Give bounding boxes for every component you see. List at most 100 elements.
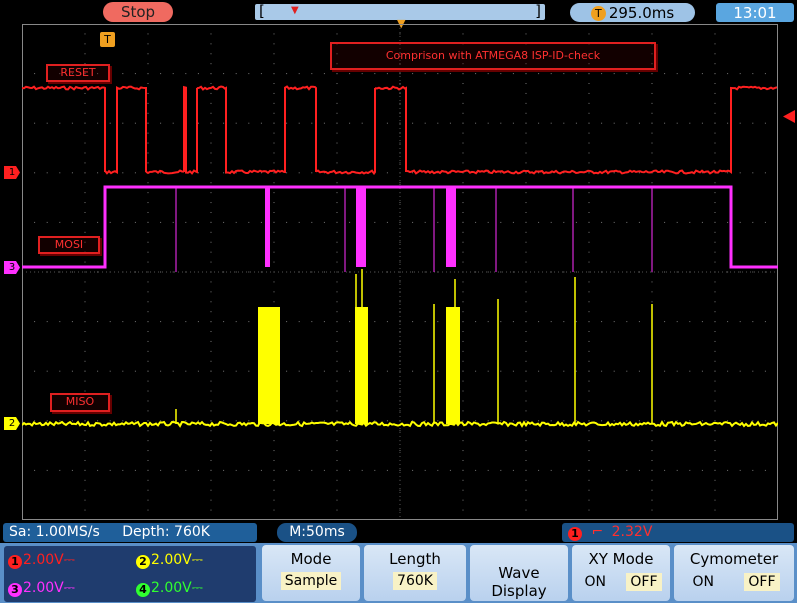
grid-dot [437,73,439,75]
grid-dot [588,400,590,402]
grid-dot [613,420,615,422]
ch2-setting[interactable]: 2 2.00V⎓ [136,552,203,569]
cymometer-toggle[interactable]: ON OFF [674,573,794,591]
grid-dot [172,271,174,273]
grid-dot [462,261,464,263]
ch1-setting[interactable]: 1 2.00V⎓ [8,552,75,569]
grid-dot [399,469,401,471]
grid-dot [235,321,237,323]
grid-dot [588,271,590,273]
grid-dot [160,420,162,422]
grid-dot [248,370,250,372]
trigger-time-readout[interactable]: T 295.0ms [570,3,695,22]
grid-dot [374,370,376,372]
grid-dot [273,102,275,104]
grid-dot [147,390,149,392]
grid-dot [97,469,99,471]
grid-dot [399,202,401,204]
grid-dot [160,172,162,174]
grid-dot [235,370,237,372]
grid-dot [311,370,313,372]
ch1-volts: 2.00V [23,552,64,568]
grid-dot [210,420,212,422]
position-bracket-left: [ [259,2,265,20]
grid-dot [462,33,464,35]
trigger-readout[interactable]: 1 ⌐ 2.32V [562,523,794,542]
grid-dot [764,271,766,273]
grid-dot [286,469,288,471]
grid-dot [210,340,212,342]
grid-dot [449,73,451,75]
grid-dot [412,271,414,273]
mode-menu-button[interactable]: Mode Sample [262,545,360,601]
grid-dot [134,73,136,75]
grid-dot [437,420,439,422]
grid-dot [638,221,640,223]
grid-dot [412,122,414,124]
graticule [22,24,778,520]
grid-dot [651,450,653,452]
grid-dot [714,459,716,461]
xy-on-option[interactable]: ON [580,573,610,591]
grid-dot [613,122,615,124]
grid-dot [84,53,86,55]
cymometer-off-option[interactable]: OFF [744,573,780,591]
grid-dot [210,469,212,471]
grid-dot [71,370,73,372]
grid-dot [664,469,666,471]
grid-dot [462,390,464,392]
grid-dot [134,420,136,422]
grid-dot [613,73,615,75]
grid-dot [714,311,716,313]
grid-dot [84,440,86,442]
ch2-level-marker[interactable]: 2 [4,417,20,430]
grid-dot [538,420,540,422]
ch3-setting[interactable]: 3 2.00V⎓ [8,580,75,597]
grid-dot [525,479,527,481]
grid-dot [122,321,124,323]
ch3-level-marker[interactable]: 3 [4,261,20,274]
grid-dot [714,83,716,85]
grid-dot [739,321,741,323]
grid-dot [588,410,590,412]
xy-mode-menu-button[interactable]: XY Mode ON OFF [572,545,670,601]
ch4-setting[interactable]: 4 2.00V⎓ [136,580,203,597]
grid-dot [147,211,149,213]
xy-mode-toggle[interactable]: ON OFF [572,573,670,591]
grid-dot [701,370,703,372]
grid-dot [84,192,86,194]
trigger-level-marker-icon[interactable] [783,110,795,123]
grid-dot [147,92,149,94]
grid-dot [752,420,754,422]
grid-dot [525,73,527,75]
grid-dot [59,221,61,223]
timebase-readout[interactable]: M:50ms [277,523,357,542]
grid-dot [550,321,552,323]
grid-dot [714,102,716,104]
trigger-marker[interactable]: T [100,32,115,47]
grid-dot [273,251,275,253]
grid-dot [273,509,275,511]
grid-dot [172,469,174,471]
length-menu-button[interactable]: Length 760K [364,545,466,601]
cymometer-menu-button[interactable]: Cymometer ON OFF [674,545,794,601]
acquisition-info-bar: Sa: 1.00MS/s Depth: 760K M:50ms 1 ⌐ 2.32… [0,522,797,542]
waveform-plot [22,24,778,520]
grid-dot [84,340,86,342]
grid-dot [475,469,477,471]
grid-dot [147,261,149,263]
grid-dot [273,440,275,442]
grid-dot [122,420,124,422]
grid-dot [210,192,212,194]
cymometer-on-option[interactable]: ON [688,573,718,591]
xy-off-option[interactable]: OFF [626,573,662,591]
grid-dot [260,122,262,124]
grid-dot [399,350,401,352]
run-stop-button[interactable]: Stop [103,2,173,22]
grid-dot [588,261,590,263]
grid-dot [59,321,61,323]
grid-dot [349,122,351,124]
grid-dot [525,459,527,461]
ch1-level-marker[interactable]: 1 [4,166,20,179]
wave-display-button[interactable]: Wave Display [470,545,568,601]
